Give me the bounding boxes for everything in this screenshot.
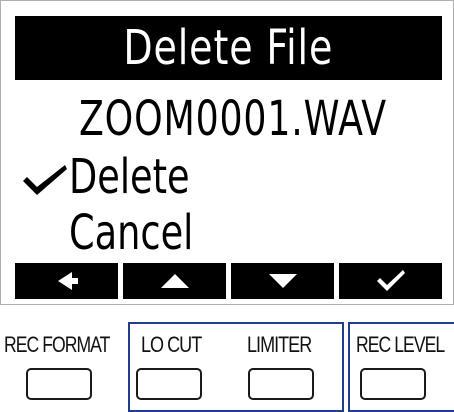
rec-level-label: REC LEVEL bbox=[356, 332, 445, 357]
file-name: ZOOM0001.WAV bbox=[79, 91, 387, 147]
lo-cut-button[interactable] bbox=[136, 368, 202, 400]
option-delete[interactable]: Delete bbox=[69, 153, 190, 201]
function-key-enter[interactable] bbox=[339, 263, 442, 299]
title-bar: Delete File bbox=[15, 16, 442, 80]
function-key-up[interactable] bbox=[123, 263, 226, 299]
checkmark-icon bbox=[376, 270, 405, 291]
lo-cut-label: LO CUT bbox=[141, 332, 202, 357]
rec-format-label: REC FORMAT bbox=[4, 332, 110, 357]
selection-checkmark-icon bbox=[23, 165, 67, 195]
function-key-down[interactable] bbox=[231, 263, 334, 299]
rec-level-button[interactable] bbox=[360, 368, 426, 400]
limiter-button[interactable] bbox=[248, 368, 314, 400]
limiter-label: LIMITER bbox=[247, 332, 312, 357]
function-key-left[interactable] bbox=[15, 263, 118, 299]
rec-format-button[interactable] bbox=[26, 368, 92, 400]
option-cancel[interactable]: Cancel bbox=[69, 209, 193, 257]
arrow-down-icon bbox=[268, 274, 297, 288]
arrow-up-icon bbox=[160, 274, 189, 288]
arrow-left-icon bbox=[57, 272, 78, 290]
lcd-screen: Delete File ZOOM0001.WAV Delete Cancel bbox=[0, 0, 454, 305]
function-key-bar bbox=[15, 263, 442, 299]
screen-title: Delete File bbox=[123, 20, 334, 76]
